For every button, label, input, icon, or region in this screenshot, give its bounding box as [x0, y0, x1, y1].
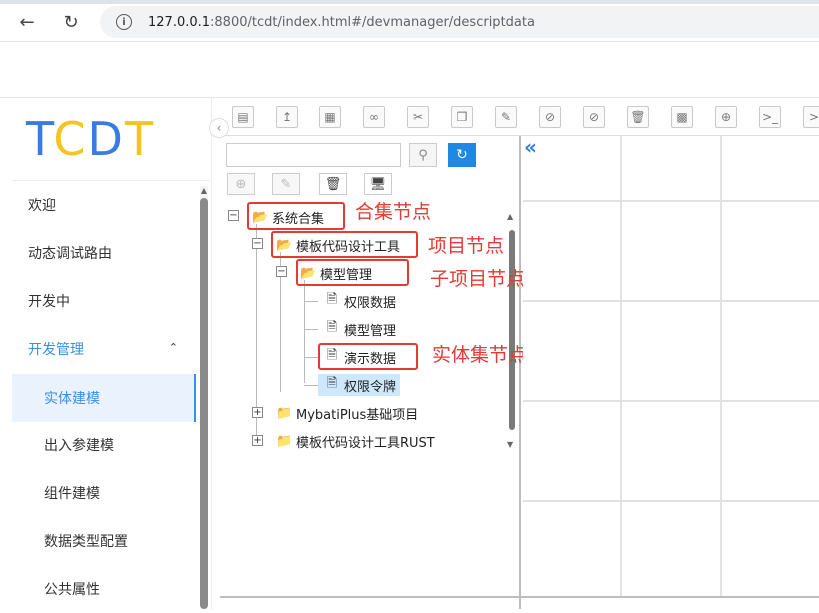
grid-line	[523, 300, 819, 302]
folder-icon: 📁	[276, 405, 293, 421]
annotation-collection-node: 合集节点	[355, 201, 432, 223]
app-header	[0, 42, 819, 98]
hide-icon[interactable]: ⊘	[539, 106, 561, 128]
back-arrow-icon[interactable]: ←	[16, 11, 38, 33]
tree-line	[304, 357, 318, 358]
annotation-box	[318, 343, 418, 370]
chevron-up-icon: ⌃	[168, 341, 178, 354]
monitor-icon[interactable]: 🖥	[364, 173, 392, 195]
edit-node-icon[interactable]: ✎	[272, 173, 300, 195]
folder-icon: 📁	[276, 433, 293, 449]
cut-icon[interactable]: ✂	[407, 106, 429, 128]
sidebar-item-io-param-modeling[interactable]: 出入参建模	[0, 421, 198, 469]
tree-scrollbar-thumb[interactable]	[509, 230, 515, 430]
grid-line	[620, 136, 622, 596]
scroll-up-arrow-icon[interactable]: ▲	[507, 212, 513, 221]
delete-node-icon[interactable]: 🗑	[319, 173, 347, 195]
edit-icon[interactable]: ✎	[495, 106, 517, 128]
bottom-divider	[220, 596, 819, 598]
tree-search-input[interactable]	[226, 143, 401, 167]
sidebar-scrollbar-thumb[interactable]	[200, 198, 208, 609]
terminal-2-icon[interactable]: >	[803, 106, 819, 128]
layout-icon[interactable]: ▩	[671, 106, 693, 128]
file-icon: 🗎	[326, 376, 338, 391]
export-file-icon[interactable]: ↥	[276, 106, 298, 128]
annotation-box	[247, 202, 345, 230]
file-icon: 🗎	[326, 292, 338, 307]
browser-chrome: ← ↻ i 127.0.0.1:8800/tcdt/index.html#/de…	[0, 0, 819, 42]
annotation-box	[296, 259, 409, 286]
tree-node-model-management[interactable]: 🗎 模型管理	[324, 318, 396, 340]
grid-line	[720, 136, 722, 596]
app-logo: TCDT	[26, 112, 156, 166]
expand-toggle-icon[interactable]: +	[252, 435, 263, 446]
diagram-canvas[interactable]	[523, 136, 819, 596]
refresh-icon[interactable]: ↻	[448, 143, 476, 167]
locate-icon[interactable]: ⊕	[715, 106, 737, 128]
annotation-entity-collection-node: 实体集节点	[432, 344, 528, 366]
grid-line	[523, 200, 819, 202]
tree-node-permission-token[interactable]: 🗎 权限令牌	[318, 374, 401, 396]
grid-line	[523, 400, 819, 402]
sidebar-item-common-attributes[interactable]: 公共属性	[0, 565, 198, 613]
delete-icon[interactable]: 🗑	[627, 106, 649, 128]
hide-all-icon[interactable]: ⊘	[583, 106, 605, 128]
search-icon[interactable]: ⚲	[409, 143, 437, 167]
sidebar-item-in-development[interactable]: 开发中	[0, 277, 198, 325]
annotation-project-node: 项目节点	[428, 235, 505, 257]
tree-node-permission-data[interactable]: 🗎 权限数据	[324, 290, 396, 312]
collapse-toggle-icon[interactable]: −	[228, 210, 239, 221]
link-icon[interactable]: ∞	[363, 106, 385, 128]
collapse-toggle-icon[interactable]: −	[252, 238, 263, 249]
tree-node-mybatiplus-project[interactable]: 📁 MybatiPlus基础项目	[276, 402, 418, 424]
expand-toggle-icon[interactable]: +	[252, 407, 263, 418]
url-path: :8800/tcdt/index.html#/devmanager/descri…	[210, 14, 535, 30]
tree-line	[304, 385, 318, 386]
reload-icon[interactable]: ↻	[60, 11, 82, 33]
file-icon: 🗎	[326, 320, 338, 335]
tree-line	[304, 329, 318, 330]
site-info-icon[interactable]: i	[116, 14, 132, 30]
add-node-icon[interactable]: ⊕	[227, 173, 255, 195]
scroll-down-arrow-icon[interactable]: ▼	[507, 440, 513, 449]
tree-node-template-code-tool-rust[interactable]: 📁 模板代码设计工具RUST	[276, 430, 435, 452]
annotation-subproject-node: 子项目节点	[430, 268, 526, 290]
sidebar-collapse-icon[interactable]: ‹	[209, 118, 229, 138]
tree-line	[304, 301, 318, 302]
save-icon[interactable]: ▤	[232, 106, 254, 128]
tree-line	[304, 280, 305, 383]
address-bar[interactable]: i 127.0.0.1:8800/tcdt/index.html#/devman…	[100, 6, 819, 38]
grid-icon[interactable]: ▦	[319, 106, 341, 128]
scroll-up-arrow-icon[interactable]: ▲	[200, 186, 208, 195]
sidebar-item-dynamic-debug-route[interactable]: 动态调试路由	[0, 229, 198, 277]
terminal-icon[interactable]: >_	[759, 106, 781, 128]
sidebar-item-welcome[interactable]: 欢迎	[0, 181, 198, 229]
grid-line	[523, 500, 819, 502]
sidebar-item-component-modeling[interactable]: 组件建模	[0, 469, 198, 517]
collapse-panel-icon[interactable]: «	[524, 136, 537, 158]
url-host: 127.0.0.1	[148, 14, 211, 30]
annotation-box	[271, 231, 418, 258]
sidebar-item-dev-management[interactable]: 开发管理 ⌃	[0, 325, 198, 373]
sidebar-item-entity-modeling[interactable]: 实体建模	[12, 374, 196, 422]
toolbar: ▤ ↥ ▦ ∞ ✂ ❐ ✎ ⊘ ⊘ 🗑 ▩ ⊕ >_ >	[220, 98, 819, 136]
collapse-toggle-icon[interactable]: −	[276, 266, 287, 277]
sidebar-item-data-type-config[interactable]: 数据类型配置	[0, 517, 198, 565]
sidebar: TCDT 欢迎 动态调试路由 开发中 开发管理 ⌃ 实体建模 出入参建模 组件建…	[0, 98, 212, 609]
copy-icon[interactable]: ❐	[451, 106, 473, 128]
browser-tab-strip	[0, 0, 819, 4]
